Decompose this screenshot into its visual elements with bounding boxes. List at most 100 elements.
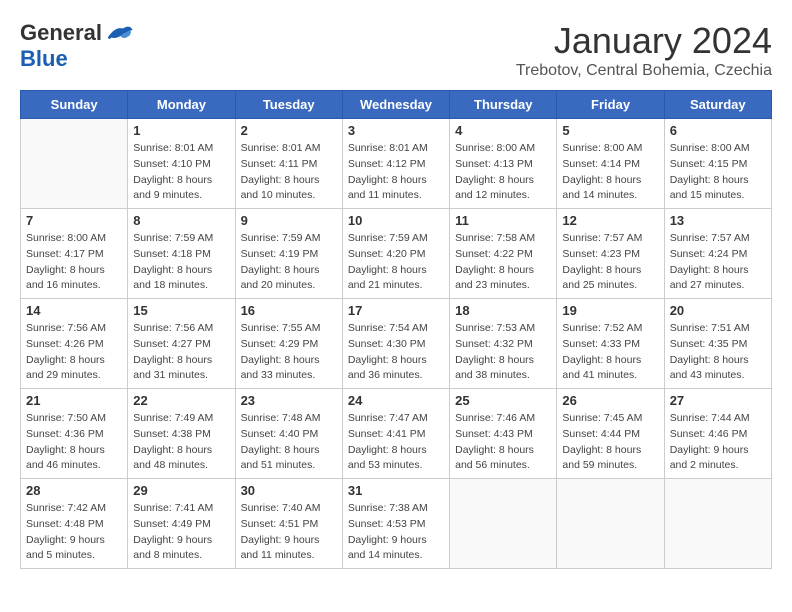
calendar-cell: 30Sunrise: 7:40 AM Sunset: 4:51 PM Dayli… — [235, 479, 342, 569]
day-number: 31 — [348, 483, 444, 498]
calendar-cell: 9 Sunrise: 7:59 AM Sunset: 4:19 PM Daylig… — [235, 209, 342, 299]
calendar-cell: 3Sunrise: 8:01 AM Sunset: 4:12 PM Daylig… — [342, 119, 449, 209]
day-info: Sunrise: 8:00 AM Sunset: 4:15 PM Dayligh… — [670, 141, 766, 204]
day-number: 22 — [133, 393, 229, 408]
day-number: 8 — [133, 213, 229, 228]
calendar-day-header: Tuesday — [235, 91, 342, 119]
calendar-cell: 12 Sunrise: 7:57 AM Sunset: 4:23 PM Dayli… — [557, 209, 664, 299]
calendar-cell: 22 Sunrise: 7:49 AM Sunset: 4:38 PM Dayli… — [128, 389, 235, 479]
calendar-cell: 18 Sunrise: 7:53 AM Sunset: 4:32 PM Dayli… — [450, 299, 557, 389]
location-title: Trebotov, Central Bohemia, Czechia — [516, 62, 772, 80]
calendar-cell: 28 Sunrise: 7:42 AM Sunset: 4:48 PM Dayli… — [21, 479, 128, 569]
day-info: Sunrise: 7:48 AM Sunset: 4:40 PM Dayligh… — [241, 411, 337, 474]
day-number: 4 — [455, 123, 551, 138]
calendar-cell: 31Sunrise: 7:38 AM Sunset: 4:53 PM Dayli… — [342, 479, 449, 569]
day-number: 24 — [348, 393, 444, 408]
calendar-cell: 24 Sunrise: 7:47 AM Sunset: 4:41 PM Dayli… — [342, 389, 449, 479]
calendar-cell: 5Sunrise: 8:00 AM Sunset: 4:14 PM Daylig… — [557, 119, 664, 209]
day-number: 5 — [562, 123, 658, 138]
calendar-cell: 17 Sunrise: 7:54 AM Sunset: 4:30 PM Dayli… — [342, 299, 449, 389]
calendar-cell: 2 Sunrise: 8:01 AM Sunset: 4:11 PM Daylig… — [235, 119, 342, 209]
calendar-cell — [557, 479, 664, 569]
calendar-cell: 7 Sunrise: 8:00 AM Sunset: 4:17 PM Daylig… — [21, 209, 128, 299]
day-number: 13 — [670, 213, 766, 228]
calendar-cell — [21, 119, 128, 209]
day-info: Sunrise: 8:01 AM Sunset: 4:11 PM Dayligh… — [241, 141, 337, 204]
day-info: Sunrise: 7:52 AM Sunset: 4:33 PM Dayligh… — [562, 321, 658, 384]
day-info: Sunrise: 7:56 AM Sunset: 4:27 PM Dayligh… — [133, 321, 229, 384]
day-number: 23 — [241, 393, 337, 408]
day-info: Sunrise: 7:59 AM Sunset: 4:18 PM Dayligh… — [133, 231, 229, 294]
day-info: Sunrise: 7:51 AM Sunset: 4:35 PM Dayligh… — [670, 321, 766, 384]
day-info: Sunrise: 7:41 AM Sunset: 4:49 PM Dayligh… — [133, 501, 229, 564]
calendar-cell: 15 Sunrise: 7:56 AM Sunset: 4:27 PM Dayli… — [128, 299, 235, 389]
calendar-cell: 21 Sunrise: 7:50 AM Sunset: 4:36 PM Dayli… — [21, 389, 128, 479]
page-header: General Blue January 2024 Trebotov, Cent… — [20, 20, 772, 80]
calendar-day-header: Thursday — [450, 91, 557, 119]
day-number: 11 — [455, 213, 551, 228]
day-number: 6 — [670, 123, 766, 138]
day-info: Sunrise: 8:00 AM Sunset: 4:13 PM Dayligh… — [455, 141, 551, 204]
logo-general-text: General — [20, 20, 102, 46]
calendar-cell: 25 Sunrise: 7:46 AM Sunset: 4:43 PM Dayli… — [450, 389, 557, 479]
day-info: Sunrise: 7:59 AM Sunset: 4:19 PM Dayligh… — [241, 231, 337, 294]
day-info: Sunrise: 7:53 AM Sunset: 4:32 PM Dayligh… — [455, 321, 551, 384]
calendar-day-header: Sunday — [21, 91, 128, 119]
calendar-cell: 20Sunrise: 7:51 AM Sunset: 4:35 PM Dayli… — [664, 299, 771, 389]
day-number: 1 — [133, 123, 229, 138]
calendar-day-header: Friday — [557, 91, 664, 119]
calendar-day-header: Saturday — [664, 91, 771, 119]
calendar-cell: 29Sunrise: 7:41 AM Sunset: 4:49 PM Dayli… — [128, 479, 235, 569]
day-number: 18 — [455, 303, 551, 318]
title-section: January 2024 Trebotov, Central Bohemia, … — [516, 20, 772, 80]
calendar-cell: 6 Sunrise: 8:00 AM Sunset: 4:15 PM Daylig… — [664, 119, 771, 209]
day-number: 21 — [26, 393, 122, 408]
day-number: 12 — [562, 213, 658, 228]
calendar-day-header: Wednesday — [342, 91, 449, 119]
day-number: 19 — [562, 303, 658, 318]
day-info: Sunrise: 7:54 AM Sunset: 4:30 PM Dayligh… — [348, 321, 444, 384]
day-number: 28 — [26, 483, 122, 498]
calendar-week-row: 7 Sunrise: 8:00 AM Sunset: 4:17 PM Daylig… — [21, 209, 772, 299]
day-info: Sunrise: 8:00 AM Sunset: 4:17 PM Dayligh… — [26, 231, 122, 294]
day-info: Sunrise: 7:57 AM Sunset: 4:23 PM Dayligh… — [562, 231, 658, 294]
calendar-cell: 16Sunrise: 7:55 AM Sunset: 4:29 PM Dayli… — [235, 299, 342, 389]
day-info: Sunrise: 8:01 AM Sunset: 4:10 PM Dayligh… — [133, 141, 229, 204]
day-info: Sunrise: 7:46 AM Sunset: 4:43 PM Dayligh… — [455, 411, 551, 474]
day-info: Sunrise: 7:55 AM Sunset: 4:29 PM Dayligh… — [241, 321, 337, 384]
day-info: Sunrise: 7:50 AM Sunset: 4:36 PM Dayligh… — [26, 411, 122, 474]
day-number: 9 — [241, 213, 337, 228]
day-number: 15 — [133, 303, 229, 318]
logo-blue-text: Blue — [20, 46, 68, 72]
calendar-cell — [450, 479, 557, 569]
calendar-cell: 27Sunrise: 7:44 AM Sunset: 4:46 PM Dayli… — [664, 389, 771, 479]
day-info: Sunrise: 7:49 AM Sunset: 4:38 PM Dayligh… — [133, 411, 229, 474]
day-info: Sunrise: 7:59 AM Sunset: 4:20 PM Dayligh… — [348, 231, 444, 294]
calendar-day-header: Monday — [128, 91, 235, 119]
day-info: Sunrise: 7:47 AM Sunset: 4:41 PM Dayligh… — [348, 411, 444, 474]
day-info: Sunrise: 7:56 AM Sunset: 4:26 PM Dayligh… — [26, 321, 122, 384]
day-number: 2 — [241, 123, 337, 138]
day-info: Sunrise: 7:42 AM Sunset: 4:48 PM Dayligh… — [26, 501, 122, 564]
calendar-cell: 19 Sunrise: 7:52 AM Sunset: 4:33 PM Dayli… — [557, 299, 664, 389]
day-number: 7 — [26, 213, 122, 228]
calendar-cell: 11 Sunrise: 7:58 AM Sunset: 4:22 PM Dayli… — [450, 209, 557, 299]
calendar-cell: 13Sunrise: 7:57 AM Sunset: 4:24 PM Dayli… — [664, 209, 771, 299]
calendar-cell: 23 Sunrise: 7:48 AM Sunset: 4:40 PM Dayli… — [235, 389, 342, 479]
calendar-week-row: 28 Sunrise: 7:42 AM Sunset: 4:48 PM Dayli… — [21, 479, 772, 569]
calendar-week-row: 14Sunrise: 7:56 AM Sunset: 4:26 PM Dayli… — [21, 299, 772, 389]
day-number: 25 — [455, 393, 551, 408]
day-info: Sunrise: 7:45 AM Sunset: 4:44 PM Dayligh… — [562, 411, 658, 474]
day-number: 3 — [348, 123, 444, 138]
calendar-table: SundayMondayTuesdayWednesdayThursdayFrid… — [20, 90, 772, 569]
day-number: 30 — [241, 483, 337, 498]
calendar-cell — [664, 479, 771, 569]
day-info: Sunrise: 7:58 AM Sunset: 4:22 PM Dayligh… — [455, 231, 551, 294]
day-number: 17 — [348, 303, 444, 318]
calendar-week-row: 21 Sunrise: 7:50 AM Sunset: 4:36 PM Dayli… — [21, 389, 772, 479]
calendar-cell: 1 Sunrise: 8:01 AM Sunset: 4:10 PM Daylig… — [128, 119, 235, 209]
logo-bird-icon — [104, 22, 134, 44]
calendar-cell: 4 Sunrise: 8:00 AM Sunset: 4:13 PM Daylig… — [450, 119, 557, 209]
calendar-week-row: 1 Sunrise: 8:01 AM Sunset: 4:10 PM Daylig… — [21, 119, 772, 209]
day-info: Sunrise: 7:44 AM Sunset: 4:46 PM Dayligh… — [670, 411, 766, 474]
